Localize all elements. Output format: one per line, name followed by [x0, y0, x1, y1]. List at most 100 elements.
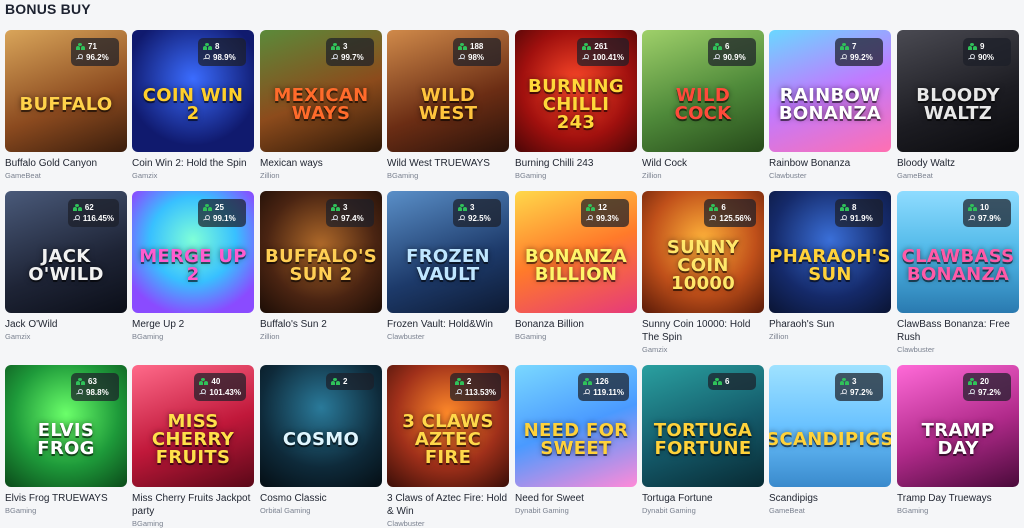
game-logo: WILD COCK	[674, 85, 732, 124]
game-card[interactable]: SCANDIPIGS 3 97.2% Scandipigs GameBeat	[769, 365, 892, 515]
rtp-icon	[203, 214, 210, 223]
players-count: 3	[343, 203, 348, 212]
game-card[interactable]: TRAMP DAY 20 97.2% Tramp Day Trueways BGamin…	[897, 365, 1020, 515]
game-card[interactable]: 3 CLAWS AZTEC FIRE 2 113.53% 3 Claws of Azt…	[387, 365, 510, 528]
game-title[interactable]: Mexican ways	[260, 157, 381, 170]
game-card[interactable]: TORTUGA FORTUNE 6 Tortuga Fortune Dynabit G…	[642, 365, 765, 515]
players-icon	[840, 378, 849, 385]
game-provider: BGaming	[132, 519, 164, 528]
game-thumbnail[interactable]: TORTUGA FORTUNE 6	[642, 365, 764, 487]
game-thumbnail[interactable]: MEXICAN WAYS 3 99.7%	[260, 30, 382, 152]
game-card[interactable]: WILD WEST 188 98% Wild West TRUEWAYS BGaming	[387, 30, 510, 180]
game-card[interactable]: FROZEN VAULT 3 92.5% Frozen Vault: Hold&Win…	[387, 191, 510, 341]
players-icon	[76, 378, 85, 385]
game-thumbnail[interactable]: WILD COCK 6 90.9%	[642, 30, 764, 152]
game-title[interactable]: Pharaoh's Sun	[769, 318, 890, 331]
game-thumbnail[interactable]: WILD WEST 188 98%	[387, 30, 509, 152]
game-card[interactable]: RAINBOW BONANZA 7 99.2% Rainbow Bonanza Claw…	[769, 30, 892, 180]
game-title[interactable]: Scandipigs	[769, 492, 890, 505]
game-thumbnail[interactable]: FROZEN VAULT 3 92.5%	[387, 191, 509, 313]
game-thumbnail[interactable]: BONANZA BILLION 12 99.3%	[515, 191, 637, 313]
players-count: 25	[215, 203, 224, 212]
players-count: 8	[852, 203, 857, 212]
game-card[interactable]: BLOODY WALTZ 9 90% Bloody Waltz GameBeat	[897, 30, 1020, 180]
game-thumbnail[interactable]: NEED FOR SWEET 126 119.11%	[515, 365, 637, 487]
game-thumbnail[interactable]: SCANDIPIGS 3 97.2%	[769, 365, 891, 487]
game-thumbnail[interactable]: 3 CLAWS AZTEC FIRE 2 113.53%	[387, 365, 509, 487]
game-card[interactable]: ELVIS FROG 63 98.8% Elvis Frog TRUEWAYS BGam…	[5, 365, 128, 515]
game-title[interactable]: Wild West TRUEWAYS	[387, 157, 508, 170]
game-card[interactable]: PHARAOH'S SUN 8 91.9% Pharaoh's Sun Zillion	[769, 191, 892, 341]
game-title[interactable]: Buffalo's Sun 2	[260, 318, 381, 331]
game-title[interactable]: 3 Claws of Aztec Fire: Hold & Win	[387, 492, 508, 518]
game-thumbnail[interactable]: COSMO 2	[260, 365, 382, 487]
game-thumbnail[interactable]: MERGE UP 2 25 99.1%	[132, 191, 254, 313]
game-title[interactable]: Merge Up 2	[132, 318, 253, 331]
game-logo: BUFFALO	[19, 94, 113, 115]
game-title[interactable]: Bloody Waltz	[897, 157, 1018, 170]
game-thumbnail[interactable]: ELVIS FROG 63 98.8%	[5, 365, 127, 487]
game-provider: BGaming	[5, 506, 37, 515]
game-title[interactable]: Buffalo Gold Canyon	[5, 157, 126, 170]
rtp-value: 99.2%	[850, 53, 873, 62]
game-title[interactable]: Burning Chilli 243	[515, 157, 636, 170]
game-thumbnail[interactable]: MISS CHERRY FRUITS 40 101.43%	[132, 365, 254, 487]
game-thumbnail[interactable]: BUFFALO'S SUN 2 3 97.4%	[260, 191, 382, 313]
game-card[interactable]: MERGE UP 2 25 99.1% Merge Up 2 BGaming	[132, 191, 255, 341]
rtp-icon	[713, 53, 720, 62]
game-card[interactable]: JACK O'WILD 62 116.45% Jack O'Wild Gamzix	[5, 191, 128, 341]
game-thumbnail[interactable]: COIN WIN 2 8 98.9%	[132, 30, 254, 152]
game-thumbnail[interactable]: CLAWBASS BONANZA 10 97.9%	[897, 191, 1019, 313]
game-thumbnail[interactable]: TRAMP DAY 20 97.2%	[897, 365, 1019, 487]
rtp-value: 98.9%	[213, 53, 236, 62]
players-count: 40	[211, 377, 221, 386]
game-thumbnail[interactable]: BURNING CHILLI 243 261 100.41%	[515, 30, 637, 152]
game-title[interactable]: Rainbow Bonanza	[769, 157, 890, 170]
game-title[interactable]: ClawBass Bonanza: Free Rush	[897, 318, 1018, 344]
players-icon	[203, 43, 212, 50]
game-title[interactable]: Tortuga Fortune	[642, 492, 763, 505]
players-icon	[454, 378, 464, 385]
game-provider: GameBeat	[897, 171, 933, 180]
game-card[interactable]: WILD COCK 6 90.9% Wild Cock Zillion	[642, 30, 765, 180]
game-card[interactable]: SUNNY COIN 10000 6 125.56% Sunny Coin 10000…	[642, 191, 765, 354]
game-card[interactable]: CLAWBASS BONANZA 10 97.9% ClawBass Bonanza:…	[897, 191, 1020, 354]
game-card[interactable]: BURNING CHILLI 243 261 100.41% Burning Chil…	[515, 30, 638, 180]
game-provider: Zillion	[260, 171, 280, 180]
game-thumbnail[interactable]: PHARAOH'S SUN 8 91.9%	[769, 191, 891, 313]
stats-badge: 9 90%	[963, 38, 1011, 66]
game-provider: Zillion	[769, 332, 789, 341]
game-title[interactable]: Bonanza Billion	[515, 318, 636, 331]
stats-badge: 2 113.53%	[449, 373, 501, 401]
game-title[interactable]: Jack O'Wild	[5, 318, 126, 331]
game-title[interactable]: Wild Cock	[642, 157, 763, 170]
game-card[interactable]: BUFFALO 71 96.2% Buffalo Gold Canyon GameBea…	[5, 30, 128, 180]
game-thumbnail[interactable]: BUFFALO 71 96.2%	[5, 30, 127, 152]
game-logo: BURNING CHILLI 243	[528, 76, 624, 133]
game-card[interactable]: BONANZA BILLION 12 99.3% Bonanza Billion BGa…	[515, 191, 638, 341]
stats-badge: 71 96.2%	[71, 38, 119, 66]
game-card[interactable]: NEED FOR SWEET 126 119.11% Need for Sweet Dy…	[515, 365, 638, 515]
game-card[interactable]: MISS CHERRY FRUITS 40 101.43% Miss Cherry F…	[132, 365, 255, 528]
game-card[interactable]: COSMO 2 Cosmo Classic Orbital Gaming	[260, 365, 383, 515]
game-title[interactable]: Cosmo Classic	[260, 492, 381, 505]
game-card[interactable]: BUFFALO'S SUN 2 3 97.4% Buffalo's Sun 2 Zill…	[260, 191, 383, 341]
game-title[interactable]: Need for Sweet	[515, 492, 636, 505]
game-logo: MISS CHERRY FRUITS	[151, 411, 235, 468]
game-thumbnail[interactable]: JACK O'WILD 62 116.45%	[5, 191, 127, 313]
game-card[interactable]: MEXICAN WAYS 3 99.7% Mexican ways Zillion	[260, 30, 383, 180]
game-title[interactable]: Miss Cherry Fruits Jackpot party	[132, 492, 253, 518]
players-count: 188	[470, 42, 484, 51]
stats-badge: 6	[708, 373, 756, 390]
game-title[interactable]: Sunny Coin 10000: Hold The Spin	[642, 318, 763, 344]
game-thumbnail[interactable]: BLOODY WALTZ 9 90%	[897, 30, 1019, 152]
game-title[interactable]: Elvis Frog TRUEWAYS	[5, 492, 126, 505]
game-logo: BONANZA BILLION	[524, 246, 628, 285]
game-thumbnail[interactable]: RAINBOW BONANZA 7 99.2%	[769, 30, 891, 152]
game-title[interactable]: Frozen Vault: Hold&Win	[387, 318, 508, 331]
game-title[interactable]: Tramp Day Trueways	[897, 492, 1018, 505]
game-thumbnail[interactable]: SUNNY COIN 10000 6 125.56%	[642, 191, 764, 313]
game-card[interactable]: COIN WIN 2 8 98.9% Coin Win 2: Hold the Spi…	[132, 30, 255, 180]
game-provider: Clawbuster	[897, 345, 935, 354]
game-title[interactable]: Coin Win 2: Hold the Spin	[132, 157, 253, 170]
